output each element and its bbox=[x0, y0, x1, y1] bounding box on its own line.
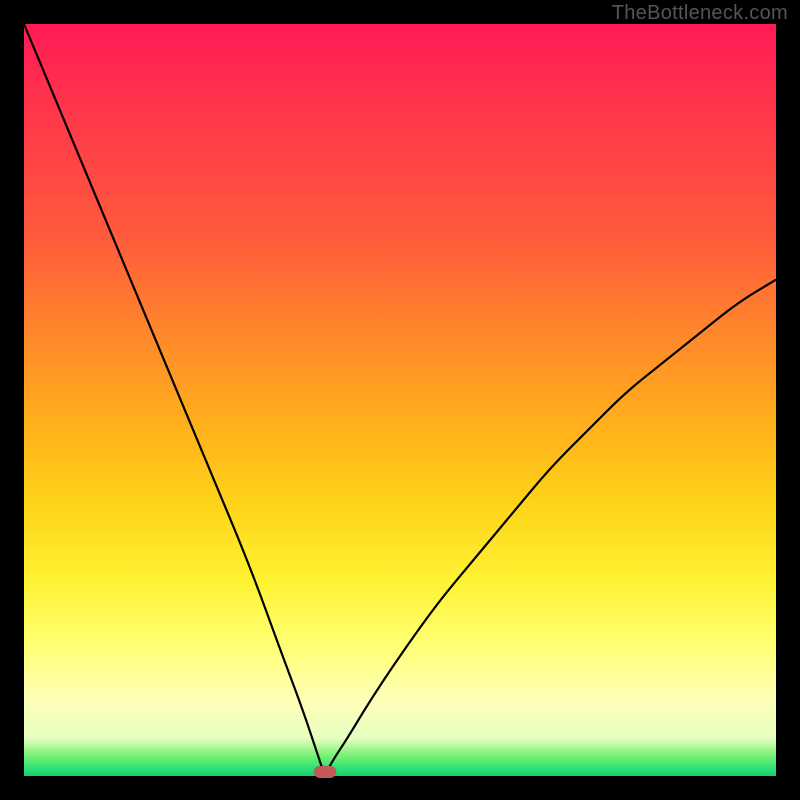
minimum-marker bbox=[314, 766, 336, 778]
watermark-text: TheBottleneck.com bbox=[612, 2, 788, 25]
plot-area bbox=[24, 24, 776, 776]
bottleneck-curve bbox=[24, 24, 776, 776]
chart-frame: TheBottleneck.com bbox=[0, 0, 800, 800]
